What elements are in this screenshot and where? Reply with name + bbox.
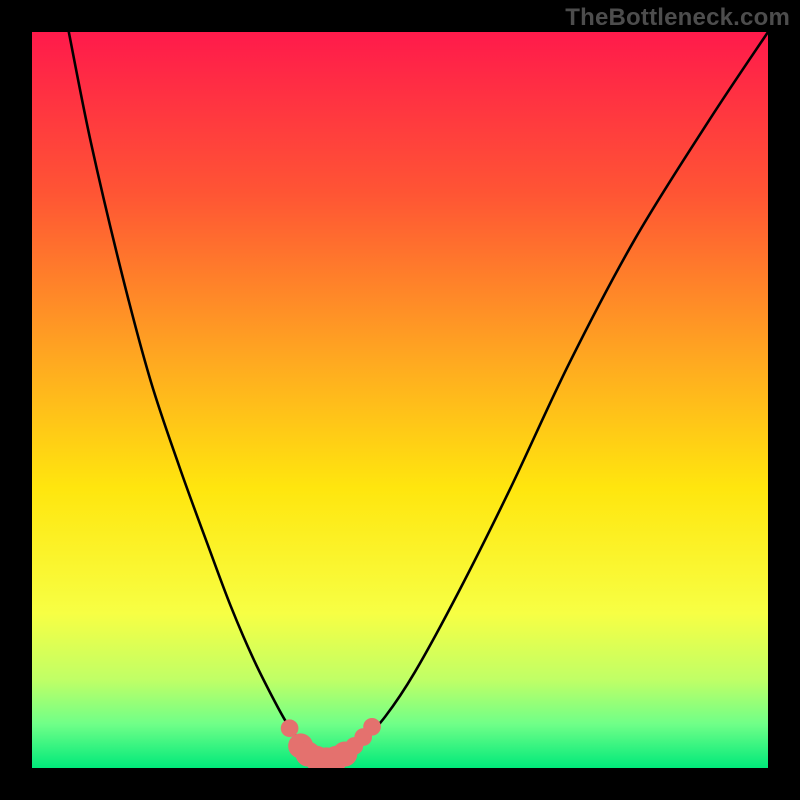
chart-container: TheBottleneck.com [0, 0, 800, 800]
gradient-background [32, 32, 768, 768]
data-marker [363, 718, 381, 736]
watermark-label: TheBottleneck.com [565, 4, 790, 32]
data-marker [332, 742, 357, 767]
bottleneck-chart [32, 32, 768, 768]
